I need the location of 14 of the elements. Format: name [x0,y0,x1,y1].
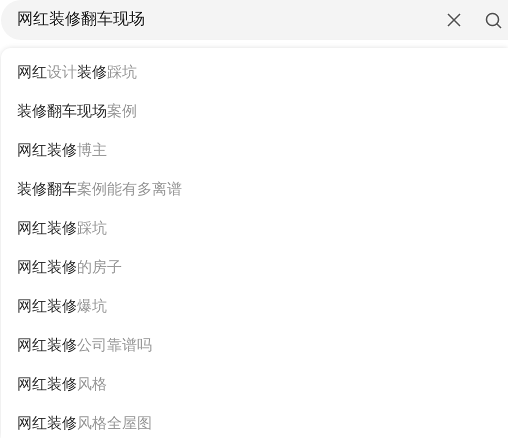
suggestion-item[interactable]: 网红装修博主 [17,140,107,163]
close-icon[interactable] [447,13,461,27]
suggestion-item[interactable]: 网红设计装修踩坑 [17,62,137,85]
search-field[interactable]: 网红装修翻车现场 [1,0,508,40]
suggestion-item[interactable]: 装修翻车案例能有多离谱 [17,179,182,202]
suggestion-item[interactable]: 网红装修踩坑 [17,218,107,241]
search-query: 网红装修翻车现场 [17,11,145,28]
suggestion-item[interactable]: 网红装修的房子 [17,257,122,280]
suggestion-item[interactable]: 网红装修风格 [17,374,107,397]
suggestion-item[interactable]: 网红装修公司靠谱吗 [17,335,152,358]
search-icon[interactable] [485,12,502,28]
suggestion-item[interactable]: 网红装修爆坑 [17,296,107,319]
suggestion-item[interactable]: 网红装修风格全屋图 [17,413,152,436]
suggestion-item[interactable]: 装修翻车现场案例 [17,101,137,124]
